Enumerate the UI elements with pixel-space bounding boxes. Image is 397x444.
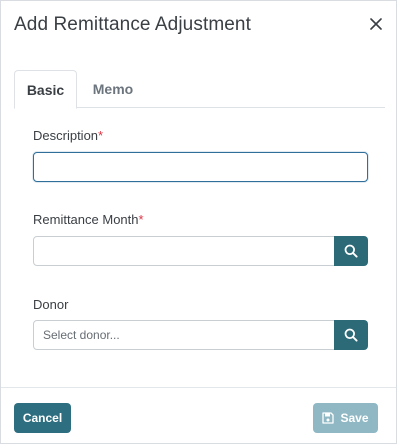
search-icon (344, 328, 358, 342)
add-remittance-adjustment-dialog: Add Remittance Adjustment Basic Memo Des… (0, 0, 397, 444)
remittance-month-search-button[interactable] (334, 236, 368, 266)
dialog-header: Add Remittance Adjustment (1, 1, 396, 51)
description-input[interactable] (33, 152, 368, 182)
description-label: Description* (33, 128, 103, 143)
close-icon[interactable] (368, 16, 384, 32)
tab-bar: Basic Memo (14, 70, 385, 109)
remittance-month-input[interactable] (33, 236, 336, 266)
tab-memo[interactable]: Memo (90, 70, 136, 108)
required-mark: * (138, 212, 144, 227)
dialog-title: Add Remittance Adjustment (14, 14, 251, 35)
search-icon (344, 244, 358, 258)
tab-basic[interactable]: Basic (14, 70, 77, 109)
floppy-disk-icon (322, 412, 335, 424)
donor-input[interactable] (33, 320, 336, 350)
save-button[interactable]: Save (313, 403, 378, 433)
donor-label: Donor (33, 297, 69, 312)
description-label-text: Description (33, 128, 99, 143)
save-button-label: Save (340, 411, 369, 425)
required-mark: * (98, 128, 104, 143)
cancel-button[interactable]: Cancel (14, 403, 71, 433)
remittance-month-label: Remittance Month* (33, 212, 144, 227)
cancel-button-label: Cancel (22, 411, 63, 425)
footer-divider (1, 387, 396, 388)
remittance-month-label-text: Remittance Month (33, 212, 139, 227)
donor-search-button[interactable] (334, 320, 368, 350)
